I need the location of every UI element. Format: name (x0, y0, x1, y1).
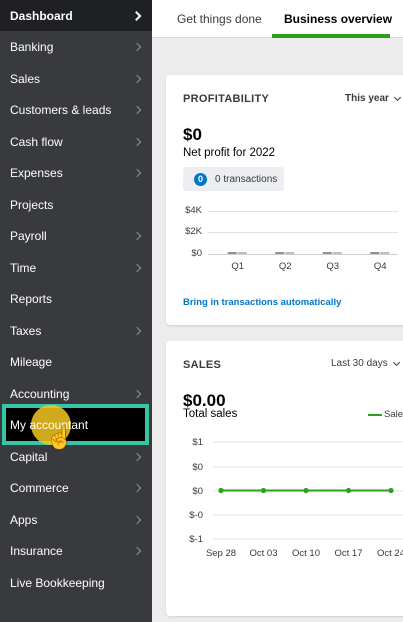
sidebar-item-label: Banking (10, 40, 54, 54)
sidebar-item-label: Expenses (10, 166, 63, 180)
profitability-chart: Q1 Q2 Q3 Q4 (227, 252, 390, 272)
chevron-right-icon (132, 74, 142, 83)
y-tick-label: $0 (192, 486, 203, 497)
sidebar-item-my-accountant[interactable]: My accountant (0, 410, 152, 441)
sidebar-item-mileage[interactable]: Mileage (0, 347, 152, 378)
tab-bar: Get things done Business overview (152, 0, 403, 38)
bar (275, 252, 285, 254)
data-point (218, 487, 224, 494)
sales-card: SALES Last 30 days $0.00 Total sales Sal… (166, 341, 403, 616)
left-sidebar: Dashboard Banking Sales Customers & leads Ca… (0, 0, 152, 622)
sidebar-item-label: Cash flow (10, 134, 63, 149)
bar (332, 252, 342, 254)
data-point (388, 487, 394, 494)
bar (380, 252, 390, 254)
sidebar-item-label: Customers & leads (10, 103, 112, 117)
chevron-right-icon (131, 10, 142, 21)
sidebar-item-capital[interactable]: Capital (0, 441, 152, 472)
sidebar-item-label: Apps (10, 512, 38, 527)
x-tick-label: Sep 28 (206, 548, 236, 559)
y-tick-label: $-1 (189, 534, 203, 545)
x-tick-label: Oct 03 (250, 548, 278, 559)
bar (237, 252, 247, 254)
sidebar-item-payroll[interactable]: Payroll (0, 221, 152, 252)
sidebar-item-label: Dashboard (10, 8, 73, 23)
chevron-right-icon (132, 137, 142, 146)
sidebar-item-label: Commerce (10, 481, 69, 495)
sidebar-item-dashboard[interactable]: Dashboard (0, 0, 152, 31)
chevron-right-icon (132, 326, 142, 335)
sidebar-item-live-bookkeeping[interactable]: Live Bookkeeping (0, 567, 152, 598)
x-tick-label: Oct 10 (292, 548, 320, 559)
sidebar-item-time[interactable]: Time (0, 252, 152, 283)
x-tick-label: Oct 24 (377, 548, 403, 559)
x-tick-label: Q1 (231, 261, 244, 272)
sidebar-item-sales[interactable]: Sales (0, 63, 152, 94)
sidebar-item-label: Payroll (10, 229, 47, 243)
chevron-right-icon (132, 483, 142, 493)
main-content: Get things done Business overview PROFIT… (152, 0, 403, 622)
sidebar-item-accounting[interactable]: Accounting (0, 378, 152, 409)
x-tick-label: Q4 (374, 261, 387, 272)
chevron-right-icon (132, 168, 142, 178)
data-point (260, 487, 267, 494)
active-tab-indicator (272, 34, 390, 38)
sidebar-item-label: Insurance (10, 544, 63, 558)
chevron-right-icon (132, 263, 142, 272)
sidebar-item-insurance[interactable]: Insurance (0, 536, 152, 567)
x-tick-label: Q3 (326, 261, 339, 272)
chevron-right-icon (132, 389, 142, 398)
bar (322, 252, 332, 254)
sidebar-item-label: Mileage (10, 355, 53, 369)
chevron-right-icon (132, 515, 142, 524)
y-tick-label: $0 (192, 462, 203, 473)
x-tick-label: Q2 (279, 261, 292, 272)
tab-get-things-done[interactable]: Get things done (177, 0, 262, 38)
sidebar-item-label: Reports (10, 292, 53, 306)
sidebar-item-label: Live Bookkeeping (10, 575, 105, 590)
sidebar-item-label: Time (10, 260, 37, 275)
hand-cursor-icon: ☝ (46, 425, 74, 450)
sidebar-item-commerce[interactable]: Commerce (0, 473, 152, 504)
sales-chart: $1 $0 $0 $-0 $-1Sep 28 Oct 03 Oct 10 Oct 17 Oct … (189, 437, 403, 559)
chevron-right-icon (132, 105, 142, 115)
chevron-right-icon (132, 546, 142, 556)
sidebar-item-taxes[interactable]: Taxes (0, 315, 152, 346)
sidebar-item-banking[interactable]: Banking (0, 32, 152, 63)
y-tick-label: $1 (192, 437, 203, 448)
sidebar-item-cash-flow[interactable]: Cash flow (0, 126, 152, 157)
sidebar-item-label: Taxes (10, 323, 42, 338)
bar (370, 252, 380, 254)
profitability-card: PROFITABILITY This year $0 Net profit fo… (166, 75, 403, 325)
sidebar-item-label: Capital (10, 449, 48, 464)
sidebar-item-apps[interactable]: Apps (0, 504, 152, 535)
data-point (303, 487, 309, 494)
sidebar-item-label: Sales (10, 71, 41, 86)
y-tick-label: $-0 (189, 510, 203, 521)
sidebar-item-expenses[interactable]: Expenses (0, 158, 152, 189)
sidebar-item-customers-leads[interactable]: Customers & leads (0, 95, 152, 126)
sidebar-item-projects[interactable]: Projects (0, 189, 152, 220)
sidebar-item-reports[interactable]: Reports (0, 284, 152, 315)
bring-in-transactions-link[interactable]: Bring in transactions automatically (183, 297, 341, 308)
data-point (345, 487, 352, 494)
bar (227, 252, 237, 254)
chevron-right-icon (132, 452, 142, 461)
chevron-right-icon (132, 231, 142, 241)
bar (285, 252, 295, 254)
tab-business-overview[interactable]: Business overview (284, 0, 392, 38)
x-tick-label: Oct 17 (335, 548, 363, 559)
sidebar-item-label: Accounting (10, 386, 70, 401)
sidebar-item-label: Projects (10, 197, 54, 212)
chevron-right-icon (132, 42, 142, 52)
